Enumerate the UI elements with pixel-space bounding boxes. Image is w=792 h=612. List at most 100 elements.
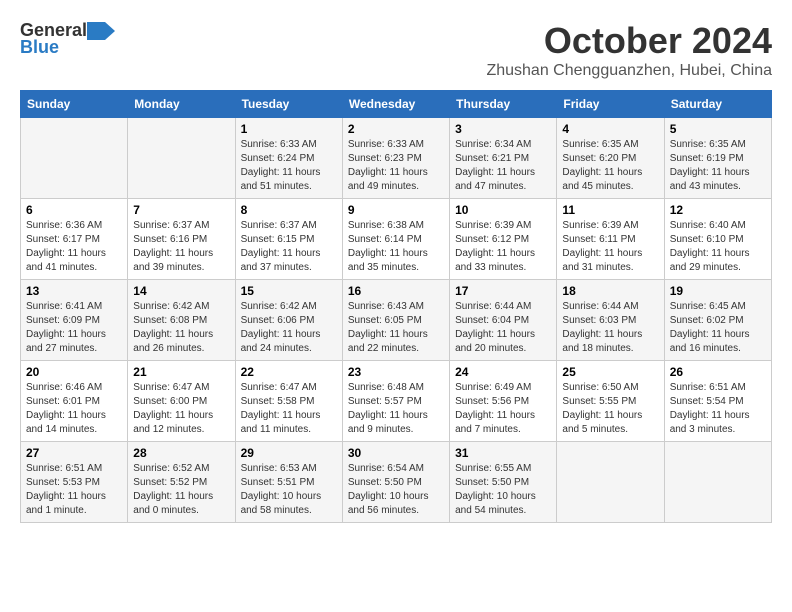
day-detail: Sunrise: 6:46 AM Sunset: 6:01 PM Dayligh…: [26, 381, 122, 437]
day-detail: Sunrise: 6:44 AM Sunset: 6:03 PM Dayligh…: [562, 300, 658, 356]
day-number: 7: [133, 203, 229, 217]
day-number: 22: [241, 365, 337, 379]
calendar-cell: [557, 442, 664, 523]
day-number: 5: [670, 122, 766, 136]
calendar-cell: 6Sunrise: 6:36 AM Sunset: 6:17 PM Daylig…: [21, 199, 128, 280]
calendar-week-2: 6Sunrise: 6:36 AM Sunset: 6:17 PM Daylig…: [21, 199, 772, 280]
calendar-week-5: 27 Sunrise: 6:51 AM Sunset: 5:53 PM Dayli…: [21, 442, 772, 523]
calendar-cell: 17 Sunrise: 6:44 AM Sunset: 6:04 PM Dayli…: [450, 280, 557, 361]
day-detail: Sunrise: 6:35 AM Sunset: 6:19 PM Dayligh…: [670, 138, 766, 194]
day-number: 29: [241, 446, 337, 460]
day-number: 6: [26, 203, 122, 217]
day-number: 24: [455, 365, 551, 379]
day-detail: Sunrise: 6:47 AM Sunset: 6:00 PM Dayligh…: [133, 381, 229, 437]
day-detail: Sunrise: 6:51 AM Sunset: 5:54 PM Dayligh…: [670, 381, 766, 437]
calendar-cell: 4 Sunrise: 6:35 AM Sunset: 6:20 PM Daylig…: [557, 118, 664, 199]
day-number: 4: [562, 122, 658, 136]
calendar-cell: 3Sunrise: 6:34 AM Sunset: 6:21 PM Daylig…: [450, 118, 557, 199]
calendar-cell: 19 Sunrise: 6:45 AM Sunset: 6:02 PM Dayli…: [664, 280, 771, 361]
weekday-header-thursday: Thursday: [450, 91, 557, 118]
calendar-cell: 14 Sunrise: 6:42 AM Sunset: 6:08 PM Dayli…: [128, 280, 235, 361]
day-number: 31: [455, 446, 551, 460]
day-number: 27: [26, 446, 122, 460]
day-number: 25: [562, 365, 658, 379]
day-detail: Sunrise: 6:43 AM Sunset: 6:05 PM Dayligh…: [348, 300, 444, 356]
day-number: 23: [348, 365, 444, 379]
day-detail: Sunrise: 6:42 AM Sunset: 6:06 PM Dayligh…: [241, 300, 337, 356]
weekday-header-friday: Friday: [557, 91, 664, 118]
calendar-cell: [128, 118, 235, 199]
calendar-cell: [21, 118, 128, 199]
day-detail: Sunrise: 6:53 AM Sunset: 5:51 PM Dayligh…: [241, 462, 337, 518]
day-number: 20: [26, 365, 122, 379]
calendar-cell: 8 Sunrise: 6:37 AM Sunset: 6:15 PM Daylig…: [235, 199, 342, 280]
page-header: General Blue October 2024 Zhushan Chengg…: [20, 20, 772, 80]
calendar-cell: 2 Sunrise: 6:33 AM Sunset: 6:23 PM Daylig…: [342, 118, 449, 199]
day-detail: Sunrise: 6:33 AM Sunset: 6:24 PM Dayligh…: [241, 138, 337, 194]
calendar-cell: 24 Sunrise: 6:49 AM Sunset: 5:56 PM Dayli…: [450, 361, 557, 442]
day-number: 14: [133, 284, 229, 298]
calendar-cell: [664, 442, 771, 523]
logo: General Blue: [20, 20, 115, 58]
location: Zhushan Chengguanzhen, Hubei, China: [486, 62, 772, 80]
day-number: 26: [670, 365, 766, 379]
day-number: 10: [455, 203, 551, 217]
logo-blue: Blue: [20, 37, 59, 58]
day-detail: Sunrise: 6:40 AM Sunset: 6:10 PM Dayligh…: [670, 219, 766, 275]
day-number: 12: [670, 203, 766, 217]
calendar-cell: 31 Sunrise: 6:55 AM Sunset: 5:50 PM Dayli…: [450, 442, 557, 523]
day-detail: Sunrise: 6:50 AM Sunset: 5:55 PM Dayligh…: [562, 381, 658, 437]
day-detail: Sunrise: 6:44 AM Sunset: 6:04 PM Dayligh…: [455, 300, 551, 356]
day-detail: Sunrise: 6:45 AM Sunset: 6:02 PM Dayligh…: [670, 300, 766, 356]
day-number: 30: [348, 446, 444, 460]
day-number: 28: [133, 446, 229, 460]
calendar-cell: 11Sunrise: 6:39 AM Sunset: 6:11 PM Dayli…: [557, 199, 664, 280]
calendar-cell: 27 Sunrise: 6:51 AM Sunset: 5:53 PM Dayli…: [21, 442, 128, 523]
calendar-cell: 26 Sunrise: 6:51 AM Sunset: 5:54 PM Dayli…: [664, 361, 771, 442]
day-detail: Sunrise: 6:54 AM Sunset: 5:50 PM Dayligh…: [348, 462, 444, 518]
calendar-cell: 15Sunrise: 6:42 AM Sunset: 6:06 PM Dayli…: [235, 280, 342, 361]
day-number: 18: [562, 284, 658, 298]
calendar-cell: 29 Sunrise: 6:53 AM Sunset: 5:51 PM Dayli…: [235, 442, 342, 523]
day-detail: Sunrise: 6:39 AM Sunset: 6:11 PM Dayligh…: [562, 219, 658, 275]
calendar-cell: 23Sunrise: 6:48 AM Sunset: 5:57 PM Dayli…: [342, 361, 449, 442]
day-number: 9: [348, 203, 444, 217]
weekday-header-sunday: Sunday: [21, 91, 128, 118]
day-detail: Sunrise: 6:47 AM Sunset: 5:58 PM Dayligh…: [241, 381, 337, 437]
calendar-table: SundayMondayTuesdayWednesdayThursdayFrid…: [20, 90, 772, 523]
weekday-header-wednesday: Wednesday: [342, 91, 449, 118]
day-number: 17: [455, 284, 551, 298]
calendar-body: 1Sunrise: 6:33 AM Sunset: 6:24 PM Daylig…: [21, 118, 772, 523]
day-number: 13: [26, 284, 122, 298]
day-number: 16: [348, 284, 444, 298]
day-detail: Sunrise: 6:37 AM Sunset: 6:15 PM Dayligh…: [241, 219, 337, 275]
calendar-cell: 16 Sunrise: 6:43 AM Sunset: 6:05 PM Dayli…: [342, 280, 449, 361]
calendar-cell: 5 Sunrise: 6:35 AM Sunset: 6:19 PM Daylig…: [664, 118, 771, 199]
day-detail: Sunrise: 6:39 AM Sunset: 6:12 PM Dayligh…: [455, 219, 551, 275]
calendar-cell: 21Sunrise: 6:47 AM Sunset: 6:00 PM Dayli…: [128, 361, 235, 442]
day-detail: Sunrise: 6:55 AM Sunset: 5:50 PM Dayligh…: [455, 462, 551, 518]
day-detail: Sunrise: 6:41 AM Sunset: 6:09 PM Dayligh…: [26, 300, 122, 356]
calendar-cell: 1Sunrise: 6:33 AM Sunset: 6:24 PM Daylig…: [235, 118, 342, 199]
month-title: October 2024: [486, 20, 772, 62]
day-detail: Sunrise: 6:49 AM Sunset: 5:56 PM Dayligh…: [455, 381, 551, 437]
day-detail: Sunrise: 6:51 AM Sunset: 5:53 PM Dayligh…: [26, 462, 122, 518]
calendar-cell: 7Sunrise: 6:37 AM Sunset: 6:16 PM Daylig…: [128, 199, 235, 280]
day-detail: Sunrise: 6:52 AM Sunset: 5:52 PM Dayligh…: [133, 462, 229, 518]
calendar-cell: 30 Sunrise: 6:54 AM Sunset: 5:50 PM Dayli…: [342, 442, 449, 523]
weekday-header-monday: Monday: [128, 91, 235, 118]
day-number: 8: [241, 203, 337, 217]
calendar-cell: 20 Sunrise: 6:46 AM Sunset: 6:01 PM Dayli…: [21, 361, 128, 442]
day-detail: Sunrise: 6:42 AM Sunset: 6:08 PM Dayligh…: [133, 300, 229, 356]
day-number: 19: [670, 284, 766, 298]
day-detail: Sunrise: 6:33 AM Sunset: 6:23 PM Dayligh…: [348, 138, 444, 194]
calendar-cell: 13 Sunrise: 6:41 AM Sunset: 6:09 PM Dayli…: [21, 280, 128, 361]
calendar-cell: 10 Sunrise: 6:39 AM Sunset: 6:12 PM Dayli…: [450, 199, 557, 280]
day-detail: Sunrise: 6:35 AM Sunset: 6:20 PM Dayligh…: [562, 138, 658, 194]
calendar-cell: 9 Sunrise: 6:38 AM Sunset: 6:14 PM Daylig…: [342, 199, 449, 280]
weekday-header-tuesday: Tuesday: [235, 91, 342, 118]
day-number: 2: [348, 122, 444, 136]
day-detail: Sunrise: 6:38 AM Sunset: 6:14 PM Dayligh…: [348, 219, 444, 275]
weekday-header-saturday: Saturday: [664, 91, 771, 118]
logo-icon: [87, 22, 115, 40]
